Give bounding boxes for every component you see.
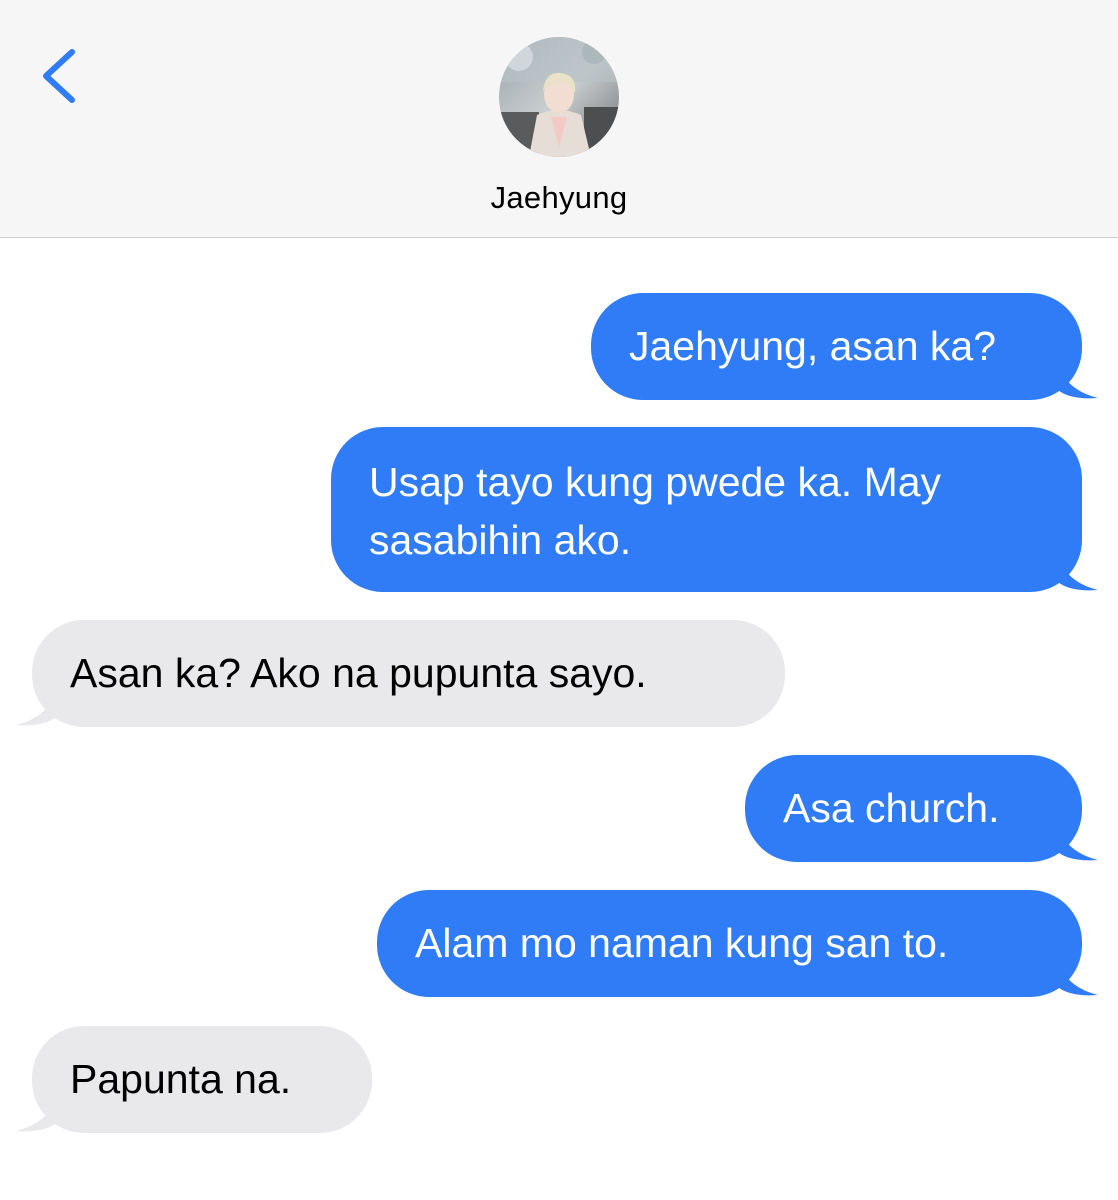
message-bubble-sent[interactable]: Asa church. bbox=[745, 755, 1098, 862]
bubble-tail bbox=[16, 691, 56, 726]
message-text: Papunta na. bbox=[70, 1056, 292, 1102]
message-bubble-sent[interactable]: Alam mo naman kung san to. bbox=[377, 890, 1098, 997]
bubble-tail bbox=[1058, 961, 1098, 996]
contact-avatar[interactable] bbox=[499, 37, 619, 157]
message-text: Usap tayo kung pwede ka. May sasabihin a… bbox=[369, 459, 942, 563]
bubble-tail bbox=[1058, 826, 1098, 861]
message-bubble-received[interactable]: Asan ka? Ako na pupunta sayo. bbox=[16, 620, 785, 727]
bubble-tail bbox=[1058, 364, 1098, 399]
message-bubble-received[interactable]: Papunta na. bbox=[16, 1026, 372, 1133]
message-text: Asan ka? Ako na pupunta sayo. bbox=[70, 650, 647, 696]
message-text: Jaehyung, asan ka? bbox=[629, 323, 996, 369]
message-bubble-sent[interactable]: Jaehyung, asan ka? bbox=[591, 293, 1098, 400]
avatar-photo bbox=[499, 37, 619, 157]
back-button[interactable] bbox=[32, 40, 92, 110]
conversation-header: Jaehyung bbox=[0, 0, 1118, 238]
message-bubble-sent[interactable]: Usap tayo kung pwede ka. May sasabihin a… bbox=[331, 427, 1098, 592]
bubble-tail bbox=[1058, 556, 1098, 591]
message-text: Asa church. bbox=[783, 785, 1000, 831]
contact-name[interactable]: Jaehyung bbox=[0, 180, 1118, 216]
chevron-left-icon bbox=[43, 49, 75, 103]
bubble-tail bbox=[16, 1097, 56, 1132]
message-text: Alam mo naman kung san to. bbox=[415, 920, 949, 966]
